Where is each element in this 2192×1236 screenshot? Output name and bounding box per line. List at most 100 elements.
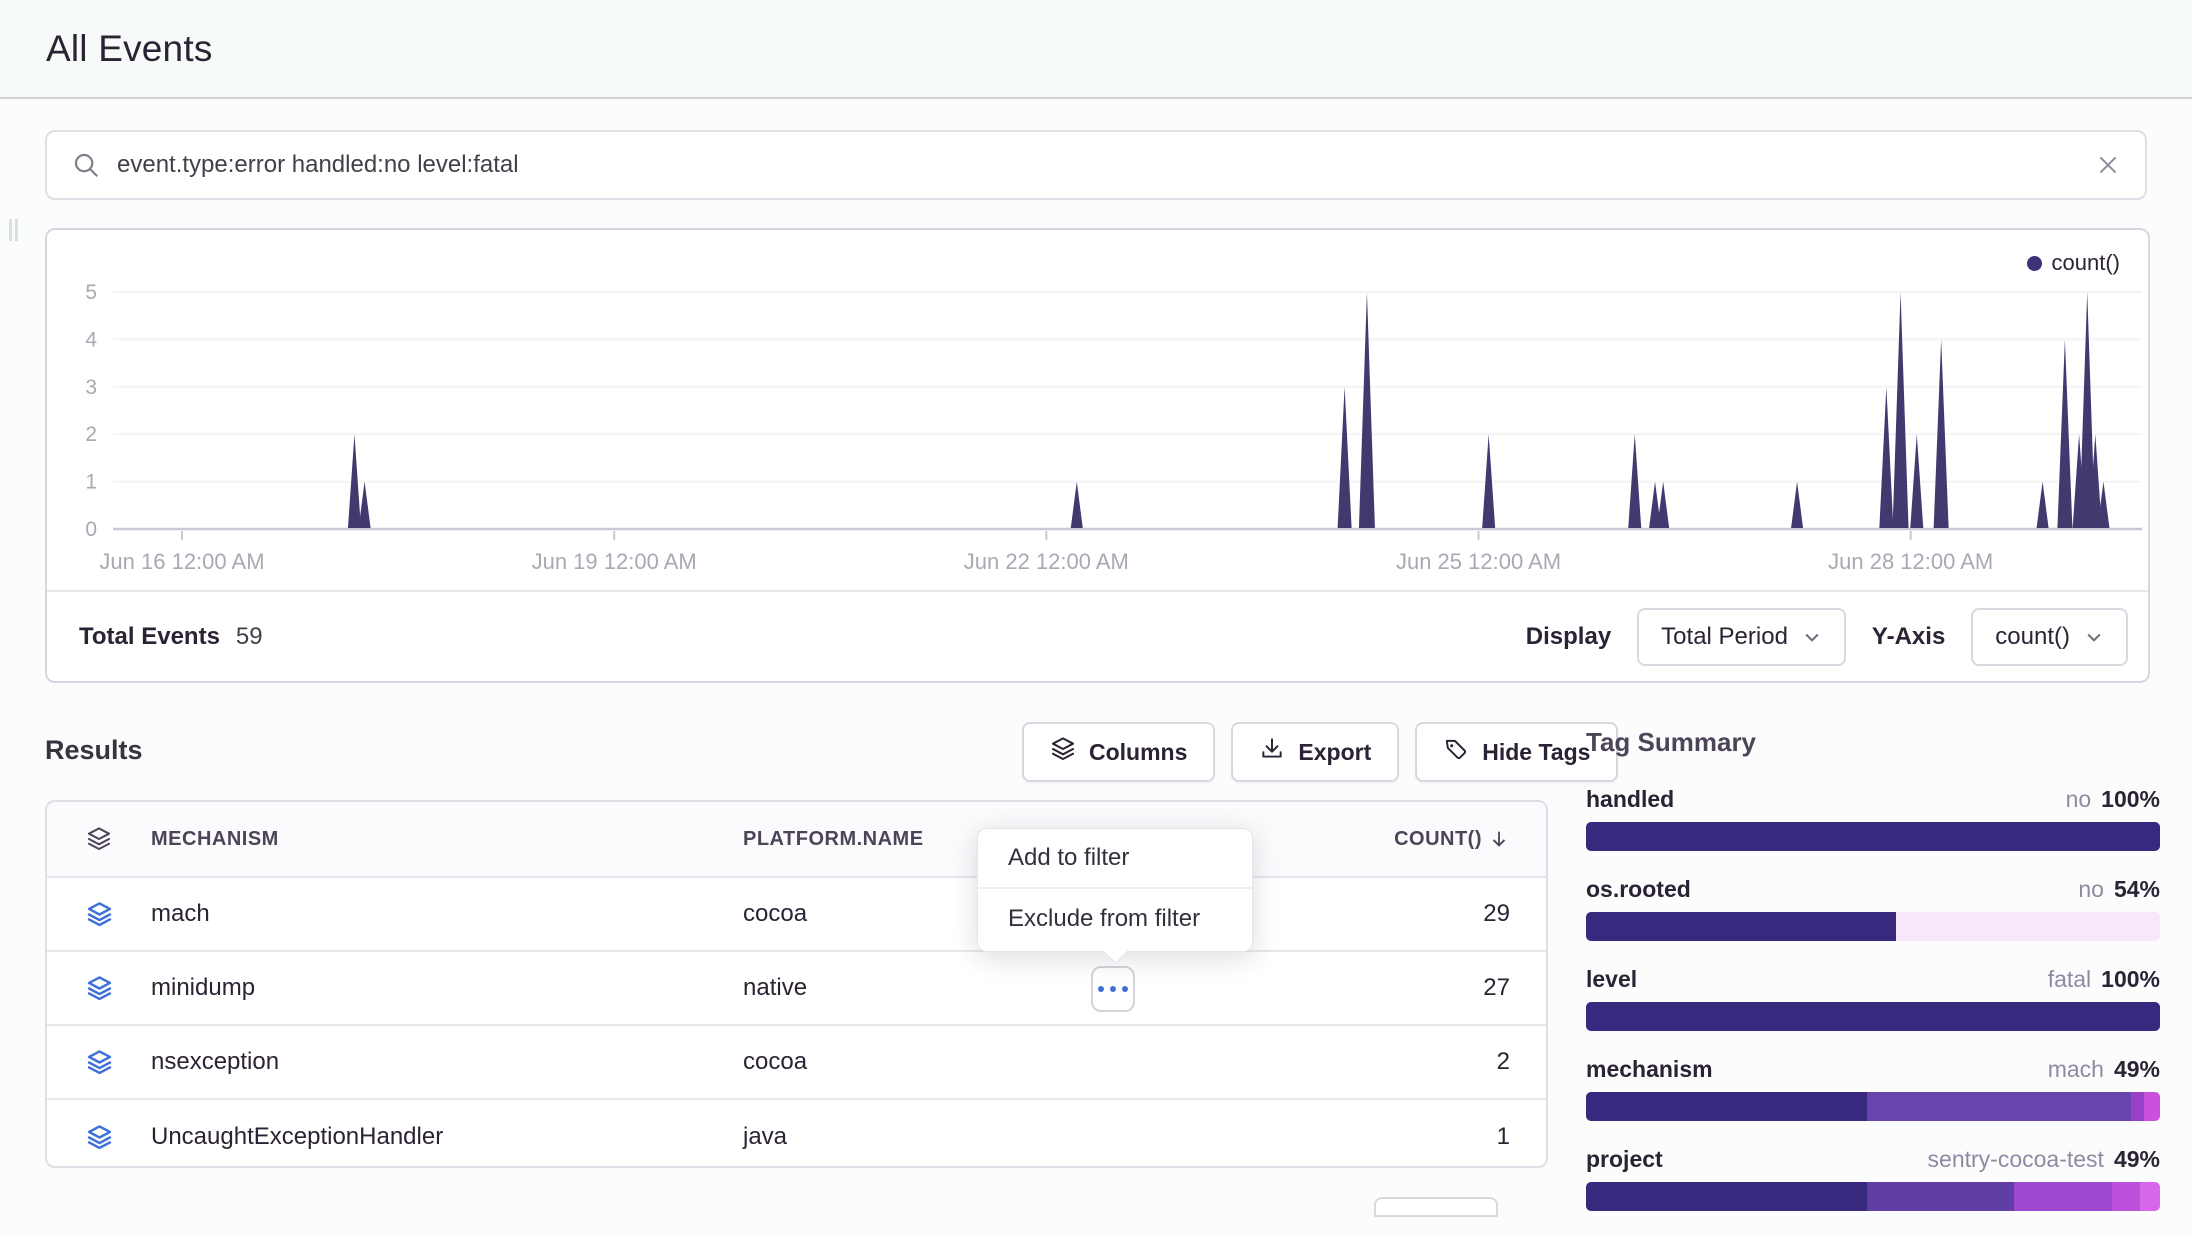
layers-icon [47,1049,151,1076]
menu-item-add-to-filter[interactable]: Add to filter [978,829,1252,889]
tag-group: os.rooted no 54% [1586,876,2160,941]
layers-icon[interactable] [47,826,151,852]
tag-bar-segment [2140,1182,2160,1211]
column-header-mechanism[interactable]: MECHANISM [151,828,743,851]
search-bar[interactable] [45,130,2147,200]
cell-platform-name: cocoa [743,1048,1303,1076]
events-chart-panel: 012345Jun 16 12:00 AMJun 19 12:00 AMJun … [45,228,2150,683]
layers-icon [1050,736,1076,768]
tag-summary: Tag Summary handled no 100% os.rooted no… [1586,727,2160,1236]
yaxis-dropdown[interactable]: count() [1971,608,2128,666]
tag-top-value: sentry-cocoa-test [1928,1146,2104,1173]
tag-top-value: fatal [2048,966,2091,993]
table-row: UncaughtExceptionHandler java 1 [47,1100,1546,1174]
row-actions-button[interactable] [1091,966,1135,1012]
yaxis-dropdown-value: count() [1995,623,2070,651]
tag-bar-segment [1867,1092,2131,1121]
close-icon[interactable] [2095,152,2121,178]
cell-mechanism: UncaughtExceptionHandler [151,1123,743,1151]
menu-item-exclude-from-filter[interactable]: Exclude from filter [978,889,1252,949]
events-chart[interactable]: 012345Jun 16 12:00 AMJun 19 12:00 AMJun … [47,230,2148,592]
page-header: All Events [0,0,2192,99]
tag-bar-segment [1896,912,2160,941]
results-title: Results [45,735,143,766]
tag-bar-segment [2131,1092,2144,1121]
cell-count: 2 [1497,1048,1546,1076]
tag-list: handled no 100% os.rooted no 54% level f… [1586,786,2160,1211]
tag-bar-segment [1586,822,2160,851]
chart-legend[interactable]: count() [2027,250,2120,276]
tag-group: level fatal 100% [1586,966,2160,1031]
tag-top-percentage: 100% [2101,966,2160,993]
cell-platform-name: native [743,974,1303,1002]
yaxis-label: Y-Axis [1872,623,1945,651]
cell-mechanism: minidump [151,974,743,1002]
svg-text:Jun 28 12:00 AM: Jun 28 12:00 AM [1828,549,1993,574]
export-button-label: Export [1298,739,1371,766]
tag-top-value: no [2066,786,2092,813]
tag-distribution-bar[interactable] [1586,1002,2160,1031]
tag-top-percentage: 54% [2114,876,2160,903]
results-table: MECHANISM PLATFORM.NAME COUNT() mach coc… [45,800,1548,1168]
table-header-row: MECHANISM PLATFORM.NAME COUNT() [47,802,1546,878]
svg-text:0: 0 [85,518,97,541]
panel-resize-handle[interactable] [9,219,18,241]
tag-top-percentage: 100% [2101,786,2160,813]
tag-top-percentage: 49% [2114,1146,2160,1173]
cell-mechanism: mach [151,900,743,928]
sort-descending-icon [1488,828,1510,850]
table-row: mach cocoa 29 [47,878,1546,952]
tag-top-percentage: 49% [2114,1056,2160,1083]
tag-group: project sentry-cocoa-test 49% [1586,1146,2160,1211]
context-menu: Add to filter Exclude from filter [977,828,1253,952]
page-title: All Events [46,28,213,70]
tag-distribution-bar[interactable] [1586,1092,2160,1121]
tag-bar-segment [1586,912,1896,941]
search-icon [71,150,101,180]
cell-platform-name: java [743,1123,1303,1151]
svg-text:4: 4 [85,328,97,351]
tag-top-value: mach [2048,1056,2104,1083]
hide-tags-button-label: Hide Tags [1482,739,1590,766]
cell-mechanism: nsexception [151,1048,743,1076]
tag-name: mechanism [1586,1056,1713,1083]
tag-group: mechanism mach 49% [1586,1056,2160,1121]
svg-text:3: 3 [85,376,97,399]
tag-icon [1443,736,1469,768]
tag-name: level [1586,966,1637,993]
svg-text:Jun 22 12:00 AM: Jun 22 12:00 AM [964,549,1129,574]
tag-summary-title: Tag Summary [1586,727,2160,758]
count-area-chart[interactable]: 012345Jun 16 12:00 AMJun 19 12:00 AMJun … [47,230,2148,592]
total-events: Total Events 59 [79,623,263,651]
columns-button-label: Columns [1089,739,1187,766]
all-events-page: All Events 012345Jun 16 12:00 AMJun 19 1… [0,0,2192,1208]
tag-name: project [1586,1146,1663,1173]
layers-icon [47,1124,151,1151]
columns-button[interactable]: Columns [1022,722,1215,782]
display-dropdown-value: Total Period [1661,623,1788,651]
tag-bar-segment [1586,1092,1867,1121]
tag-name: os.rooted [1586,876,1691,903]
column-header-count[interactable]: COUNT() [1394,828,1546,851]
search-input[interactable] [117,151,2095,179]
tag-distribution-bar[interactable] [1586,822,2160,851]
table-row: nsexception cocoa 2 [47,1026,1546,1100]
pagination-button-partial[interactable] [1374,1197,1498,1217]
display-dropdown[interactable]: Total Period [1637,608,1846,666]
layers-icon [47,975,151,1002]
svg-text:Jun 16 12:00 AM: Jun 16 12:00 AM [99,549,264,574]
total-events-value: 59 [236,623,263,651]
count-series-dot-icon [2027,256,2042,271]
cell-count: 29 [1483,900,1546,928]
count-series-label: count() [2052,250,2120,276]
svg-text:5: 5 [85,281,97,304]
svg-text:Jun 25 12:00 AM: Jun 25 12:00 AM [1396,549,1561,574]
tag-distribution-bar[interactable] [1586,912,2160,941]
chart-footer: Total Events 59 Display Total Period Y-A… [47,590,2148,681]
svg-text:2: 2 [85,423,97,446]
layers-icon [47,901,151,928]
tag-distribution-bar[interactable] [1586,1182,2160,1211]
export-button[interactable]: Export [1231,722,1399,782]
tag-bar-segment [2112,1182,2141,1211]
display-label: Display [1526,623,1611,651]
